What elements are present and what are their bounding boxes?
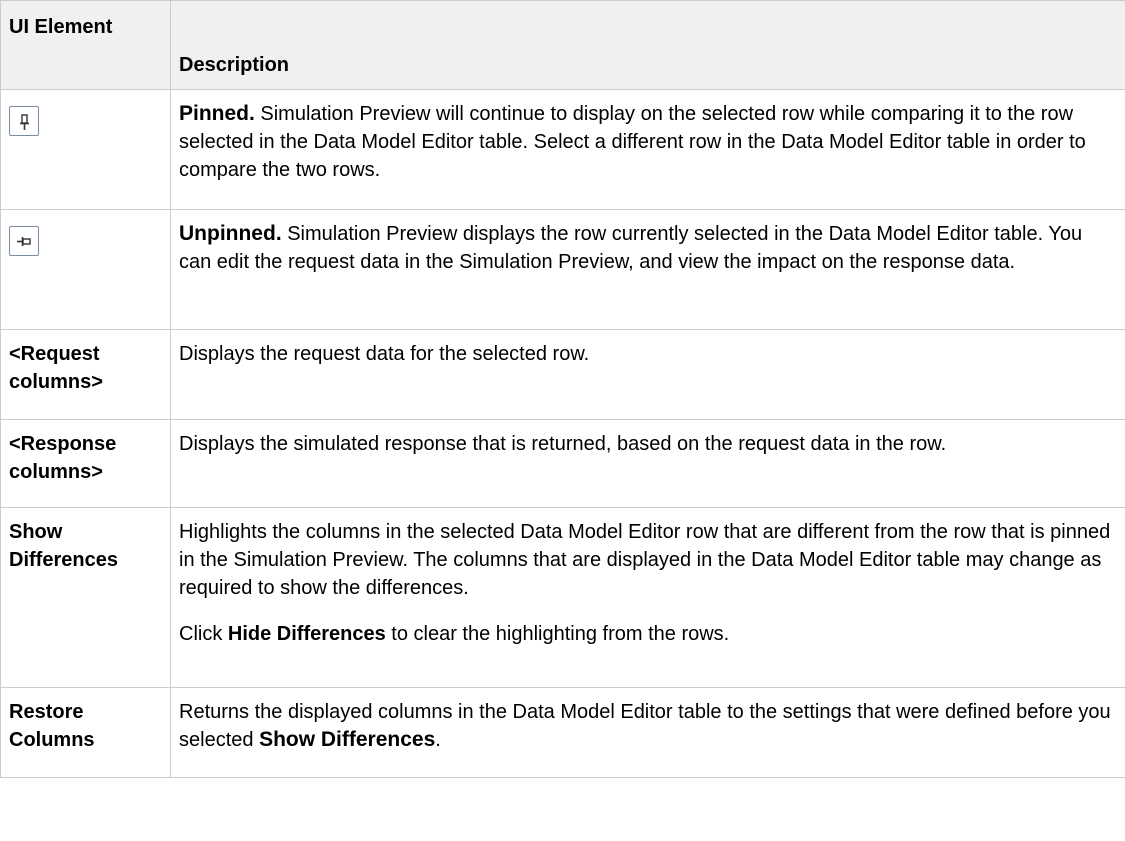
pin-pinned-icon <box>9 106 39 136</box>
show-differences-note: Click Hide Differences to clear the high… <box>179 623 730 645</box>
table-row: Show Differences Highlights the columns … <box>0 507 1125 688</box>
column-header-description: Description <box>170 0 1125 90</box>
unpinned-description: Simulation Preview displays the row curr… <box>179 223 1083 273</box>
description-cell: Displays the request data for the select… <box>170 329 1125 420</box>
show-differences-label: Show Differences <box>259 728 436 751</box>
table-row: Pinned. Simulation Preview will continue… <box>0 89 1125 210</box>
description-cell: Pinned. Simulation Preview will continue… <box>170 89 1125 210</box>
column-header-ui-element: UI Element <box>0 0 171 90</box>
unpinned-label: Unpinned. <box>179 222 282 245</box>
show-differences-description: Highlights the columns in the selected D… <box>179 521 1111 599</box>
pinned-description: Simulation Preview will continue to disp… <box>179 103 1086 181</box>
ui-element-cell <box>0 89 171 210</box>
description-cell: Unpinned. Simulation Preview displays th… <box>170 209 1125 330</box>
table-row: Unpinned. Simulation Preview displays th… <box>0 209 1125 330</box>
table-row: Restore Columns Returns the displayed co… <box>0 687 1125 778</box>
ui-element-cell-show-differences: Show Differences <box>0 507 171 688</box>
pinned-label: Pinned. <box>179 102 255 125</box>
description-cell: Highlights the columns in the selected D… <box>170 507 1125 688</box>
description-cell: Displays the simulated response that is … <box>170 419 1125 508</box>
table-row: <Response columns> Displays the simulate… <box>0 419 1125 508</box>
ui-element-cell-restore-columns: Restore Columns <box>0 687 171 778</box>
ui-element-cell-request-columns: <Request columns> <box>0 329 171 420</box>
ui-element-table: UI Element Description Pinned. Simulatio… <box>0 0 1125 778</box>
ui-element-cell <box>0 209 171 330</box>
hide-differences-label: Hide Differences <box>227 623 386 645</box>
description-cell: Returns the displayed columns in the Dat… <box>170 687 1125 778</box>
table-header-row: UI Element Description <box>0 0 1125 90</box>
pin-unpinned-icon <box>9 226 39 256</box>
ui-element-cell-response-columns: <Response columns> <box>0 419 171 508</box>
table-row: <Request columns> Displays the request d… <box>0 329 1125 420</box>
